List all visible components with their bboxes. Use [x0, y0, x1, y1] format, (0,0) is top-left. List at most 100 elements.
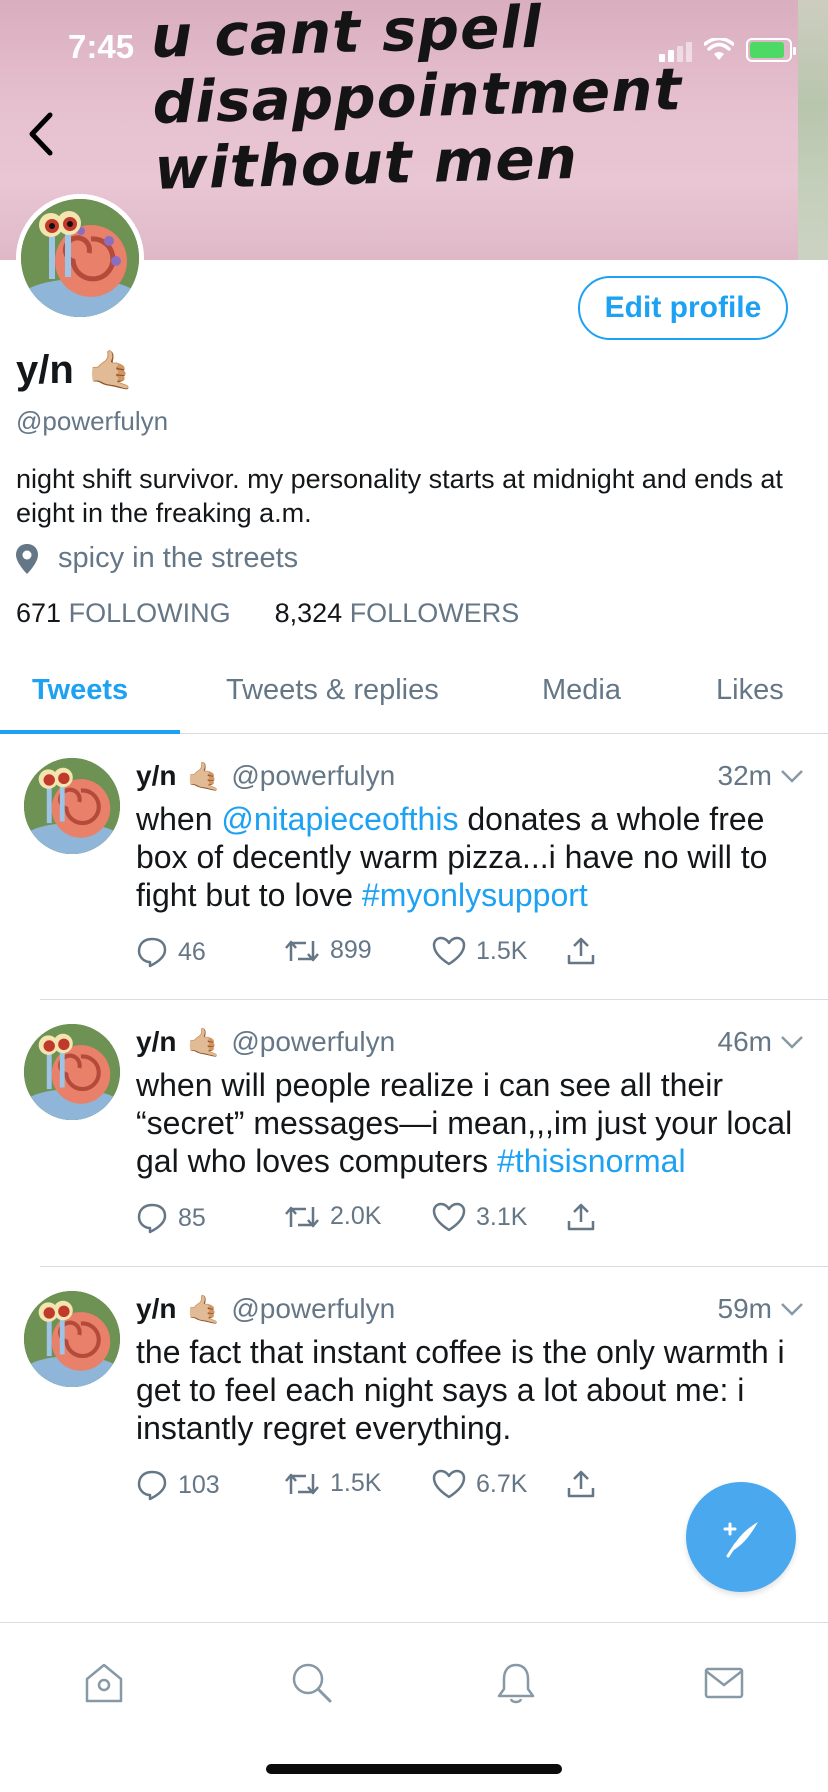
- follow-counts: 671 FOLLOWING 8,324 FOLLOWERS: [16, 598, 519, 629]
- location-text: spicy in the streets: [58, 542, 299, 574]
- compose-tweet-button[interactable]: [686, 1482, 796, 1592]
- nav-search[interactable]: [282, 1653, 342, 1713]
- tab-media[interactable]: Media: [542, 674, 621, 707]
- share-button[interactable]: [566, 936, 596, 966]
- hashtag-link[interactable]: #myonlysupport: [362, 877, 588, 913]
- tab-tweets[interactable]: Tweets: [32, 674, 128, 707]
- call-me-hand-icon: 🤙🏼: [87, 349, 136, 392]
- like-button[interactable]: 3.1K: [432, 1202, 527, 1232]
- retweet-button[interactable]: 2.0K: [284, 1202, 381, 1231]
- tweet-time-text: 46m: [717, 1026, 772, 1057]
- home-icon: [85, 1663, 123, 1703]
- nav-notifications[interactable]: [486, 1653, 546, 1713]
- share-button[interactable]: [566, 1469, 596, 1499]
- reply-count: 103: [178, 1470, 220, 1499]
- tweet-avatar[interactable]: [24, 1024, 120, 1120]
- messages-icon: [704, 1667, 744, 1699]
- home-indicator[interactable]: [266, 1764, 562, 1774]
- tweet-avatar[interactable]: [24, 1291, 120, 1387]
- following-number: 671: [16, 598, 62, 628]
- tweet-avatar[interactable]: [24, 758, 120, 854]
- tweet-time: 32m: [718, 760, 804, 792]
- like-count: 6.7K: [476, 1469, 528, 1498]
- banner-line-2: disappointment: [151, 55, 683, 137]
- reply-icon: [137, 937, 167, 968]
- followers-label: FOLLOWERS: [349, 598, 520, 628]
- like-count: 3.1K: [476, 1202, 528, 1231]
- tweet-actions: 85 2.0K 3.1K: [136, 1202, 696, 1242]
- following-count[interactable]: 671 FOLLOWING: [16, 598, 231, 629]
- like-count: 1.5K: [476, 936, 528, 965]
- nav-messages[interactable]: [694, 1653, 754, 1713]
- retweet-icon: [285, 1206, 319, 1227]
- reply-button[interactable]: 46: [136, 936, 206, 968]
- retweet-button[interactable]: 899: [284, 936, 372, 965]
- following-label: FOLLOWING: [68, 598, 231, 628]
- profile-avatar[interactable]: [16, 194, 144, 322]
- profile-handle: @powerfulyn: [16, 406, 169, 436]
- tab-likes[interactable]: Likes: [716, 674, 784, 707]
- tweet-time-text: 32m: [717, 760, 772, 791]
- retweet-button[interactable]: 1.5K: [284, 1469, 381, 1498]
- nav-home[interactable]: [74, 1653, 134, 1713]
- tweet-actions: 103 1.5K 6.7K: [136, 1469, 696, 1509]
- retweet-icon: [285, 940, 319, 961]
- reply-icon: [137, 1470, 167, 1501]
- cellular-signal-icon: [659, 40, 692, 62]
- edit-profile-button[interactable]: Edit profile: [578, 276, 788, 340]
- tweet-author-name: y/n: [136, 1026, 177, 1057]
- tweet-header: y/n 🤙🏼 @powerfulyn 46m: [136, 1022, 804, 1062]
- tweet-header: y/n 🤙🏼 @powerfulyn 59m: [136, 1289, 804, 1329]
- search-icon: [292, 1663, 332, 1703]
- tweet-author-name: y/n: [136, 760, 177, 791]
- call-me-hand-icon: 🤙🏼: [186, 1026, 222, 1058]
- tweet-text-part: the fact that instant coffee is the only…: [136, 1334, 785, 1446]
- tweet-author-handle: @powerfulyn: [231, 1026, 396, 1057]
- tweet[interactable]: y/n 🤙🏼 @powerfulyn 59m the fact that ins…: [0, 1267, 828, 1527]
- reply-button[interactable]: 103: [136, 1469, 220, 1501]
- compose-tweet-icon: [723, 1522, 758, 1558]
- tab-tweets-and-replies[interactable]: Tweets & replies: [226, 674, 439, 707]
- chevron-down-icon[interactable]: [780, 1034, 804, 1050]
- tweet[interactable]: y/n 🤙🏼 @powerfulyn 46m when will people …: [0, 1000, 828, 1267]
- heart-icon: [432, 1469, 466, 1499]
- chevron-down-icon[interactable]: [780, 768, 804, 784]
- call-me-hand-icon: 🤙🏼: [186, 1293, 222, 1325]
- reply-icon: [137, 1203, 167, 1234]
- tweet[interactable]: y/n 🤙🏼 @powerfulyn 32m when @nitapieceof…: [0, 734, 828, 1000]
- tweet-author-handle: @powerfulyn: [231, 760, 396, 791]
- tweet-author-handle: @powerfulyn: [231, 1293, 396, 1324]
- like-button[interactable]: 6.7K: [432, 1469, 527, 1499]
- share-icon: [567, 1470, 595, 1498]
- chevron-down-icon[interactable]: [780, 1301, 804, 1317]
- retweet-count: 899: [330, 936, 372, 964]
- tweet-text: the fact that instant coffee is the only…: [136, 1333, 806, 1447]
- back-button[interactable]: [16, 104, 66, 164]
- map-pin-icon: [16, 543, 38, 574]
- tweet-time-text: 59m: [717, 1293, 772, 1324]
- retweet-icon: [285, 1473, 319, 1494]
- share-icon: [567, 937, 595, 965]
- hashtag-link[interactable]: #thisisnormal: [497, 1143, 686, 1179]
- tweet-text: when @nitapieceofthis donates a whole fr…: [136, 800, 806, 914]
- like-button[interactable]: 1.5K: [432, 936, 527, 966]
- notifications-icon: [497, 1663, 535, 1704]
- snail-avatar-image: [24, 1291, 120, 1387]
- mention-link[interactable]: @nitapieceofthis: [221, 801, 458, 837]
- heart-icon: [432, 936, 466, 966]
- banner-line-3: without men: [153, 123, 579, 203]
- tweet-text-part: when: [136, 801, 222, 837]
- reply-button[interactable]: 85: [136, 1202, 206, 1234]
- tweet-text: when will people realize i can see all t…: [136, 1066, 806, 1180]
- status-icons: [659, 36, 796, 62]
- tweet-actions: 46 899 1.5K: [136, 936, 696, 976]
- call-me-hand-icon: 🤙🏼: [186, 760, 222, 792]
- snail-avatar-image: [21, 199, 139, 317]
- tweet-author-name: y/n: [136, 1293, 177, 1324]
- profile-name: y/n 🤙🏼: [16, 348, 135, 393]
- banner-text: u cant spell disappointment without men: [150, 0, 685, 203]
- share-button[interactable]: [566, 1202, 596, 1232]
- followers-count[interactable]: 8,324 FOLLOWERS: [275, 598, 520, 629]
- battery-icon: [746, 38, 796, 62]
- profile-tabs: Tweets Tweets & replies Media Likes: [0, 660, 828, 734]
